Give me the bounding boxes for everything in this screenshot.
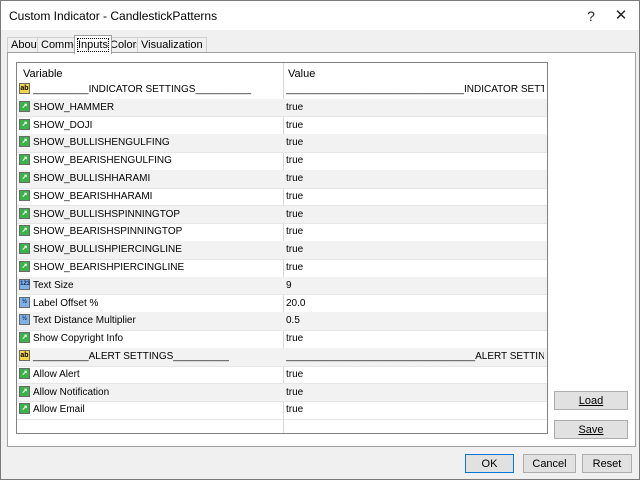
table-row[interactable]: ↗ Show Copyright Info true [17, 330, 547, 349]
ok-button[interactable]: OK [465, 454, 514, 473]
variable-cell: SHOW_BEARISHENGULFING [33, 155, 172, 167]
variable-cell: Label Offset % [33, 297, 99, 309]
table-row[interactable]: ↗ SHOW_BULLISHPIERCINGLINE true [17, 241, 547, 260]
ab-string-icon: ab [19, 350, 30, 361]
line-bool-icon: ↗ [19, 189, 30, 201]
value-cell[interactable]: true [286, 134, 544, 151]
value-cell[interactable]: true [286, 223, 544, 240]
line-bool-icon: ↗ [19, 136, 30, 148]
variable-cell: __________INDICATOR SETTINGS__________ [33, 84, 252, 95]
value-cell[interactable]: true [286, 401, 544, 418]
variable-cell: Allow Email [33, 404, 85, 416]
line-bool-icon: ↗ [19, 207, 30, 219]
line-bool-icon: ↗ [19, 367, 30, 379]
variable-cell: Show Copyright Info [33, 333, 124, 345]
column-header-variable[interactable]: Variable [23, 63, 63, 81]
variable-cell: SHOW_BEARISHSPINNINGTOP [33, 226, 183, 238]
value-cell[interactable]: true [286, 330, 544, 347]
variable-cell: SHOW_BULLISHHARAMI [33, 173, 151, 184]
table-row[interactable]: ↗ SHOW_BEARISHHARAMI true [17, 188, 547, 207]
variable-cell: Text Size [33, 279, 74, 291]
variable-cell: Text Distance Multiplier [33, 315, 136, 327]
value-cell[interactable]: true [286, 384, 544, 401]
value-cell[interactable]: ________________________________INDICATO… [286, 81, 544, 98]
title-bar: Custom Indicator - CandlestickPatterns ?… [1, 1, 639, 30]
line-bool-icon: ↗ [19, 118, 30, 130]
inputs-panel: Variable Value ab __________INDICATOR SET… [7, 52, 636, 447]
table-row[interactable]: ↗ SHOW_HAMMER true [17, 98, 547, 118]
line-bool-icon: ↗ [19, 261, 30, 272]
variable-cell: SHOW_BULLISHPIERCINGLINE [33, 244, 182, 256]
dialog-window: Custom Indicator - CandlestickPatterns ?… [0, 0, 640, 480]
variable-cell: SHOW_BEARISHPIERCINGLINE [33, 262, 185, 273]
line-bool-icon: ↗ [19, 225, 30, 237]
table-row[interactable]: ↗ SHOW_BEARISHENGULFING true [17, 152, 547, 171]
variable-cell: SHOW_BULLISHENGULFING [33, 137, 170, 149]
value-cell[interactable]: true [286, 117, 544, 134]
variable-cell: SHOW_BULLISHSPINNINGTOP [33, 208, 181, 220]
variable-cell: SHOW_BEARISHHARAMI [33, 190, 153, 202]
int-icon: 123 [19, 278, 30, 290]
value-cell[interactable]: true [286, 259, 544, 276]
reset-button[interactable]: Reset [582, 454, 632, 473]
double-icon: ½ [19, 314, 30, 326]
table-row[interactable]: ½ Label Offset % 20.0 [17, 295, 547, 314]
value-cell[interactable]: __________________________________ALERT … [286, 348, 544, 365]
table-row[interactable]: ↗ SHOW_BEARISHPIERCINGLINE true [17, 259, 547, 278]
variable-cell: Allow Notification [33, 386, 110, 398]
value-cell[interactable]: true [286, 241, 544, 258]
table-row[interactable]: ½ Text Distance Multiplier 0.5 [17, 312, 547, 331]
cancel-button[interactable]: Cancel [523, 454, 576, 473]
table-row[interactable]: ab __________INDICATOR SETTINGS__________… [17, 81, 547, 100]
value-cell[interactable]: true [286, 152, 544, 169]
value-cell[interactable]: true [286, 366, 544, 383]
value-cell[interactable]: true [286, 206, 544, 223]
window-title: Custom Indicator - CandlestickPatterns [9, 9, 218, 23]
load-button[interactable]: Load [554, 391, 628, 410]
line-bool-icon: ↗ [19, 100, 30, 112]
value-cell[interactable]: true [286, 170, 544, 187]
value-cell[interactable]: true [286, 188, 544, 205]
table-row[interactable]: ↗ Allow Notification true [17, 383, 547, 403]
help-button[interactable]: ? [577, 5, 605, 27]
table-row[interactable]: ↗ SHOW_BULLISHSPINNINGTOP true [17, 205, 547, 225]
column-header-value[interactable]: Value [288, 63, 315, 81]
table-row[interactable]: ↗ SHOW_BEARISHSPINNINGTOP true [17, 223, 547, 242]
line-bool-icon: ↗ [19, 332, 30, 344]
line-bool-icon: ↗ [19, 243, 30, 255]
line-bool-icon: ↗ [19, 154, 30, 166]
variable-cell: __________ALERT SETTINGS__________ [33, 351, 229, 362]
inputs-grid[interactable]: Variable Value ab __________INDICATOR SET… [16, 62, 548, 434]
table-row[interactable]: ↗ Allow Alert true [17, 366, 547, 385]
table-row[interactable]: ↗ SHOW_BULLISHENGULFING true [17, 134, 547, 153]
table-row[interactable]: ↗ SHOW_DOJI true [17, 117, 547, 136]
table-row[interactable]: ab __________ALERT SETTINGS__________ ____… [17, 348, 547, 367]
variable-cell: Allow Alert [33, 368, 80, 380]
save-button[interactable]: Save [554, 420, 628, 439]
value-cell[interactable]: true [286, 99, 544, 116]
double-icon: ½ [19, 296, 30, 308]
value-cell[interactable]: 20.0 [286, 295, 544, 312]
close-button[interactable]: ✕ [607, 5, 635, 27]
table-row[interactable]: 123 Text Size 9 [17, 276, 547, 296]
line-bool-icon: ↗ [19, 172, 30, 183]
variable-cell: SHOW_HAMMER [33, 101, 115, 113]
ab-string-icon: ab [19, 83, 30, 94]
table-row[interactable]: ↗ SHOW_BULLISHHARAMI true [17, 170, 547, 189]
tab-visualization[interactable]: Visualization [137, 37, 207, 53]
variable-cell: SHOW_DOJI [33, 119, 93, 131]
value-cell[interactable]: 9 [286, 277, 544, 294]
line-bool-icon: ↗ [19, 403, 30, 415]
value-cell[interactable]: 0.5 [286, 312, 544, 329]
tab-inputs[interactable]: Inputs [74, 35, 112, 54]
table-row[interactable]: ↗ Allow Email true [17, 401, 547, 420]
line-bool-icon: ↗ [19, 385, 30, 397]
